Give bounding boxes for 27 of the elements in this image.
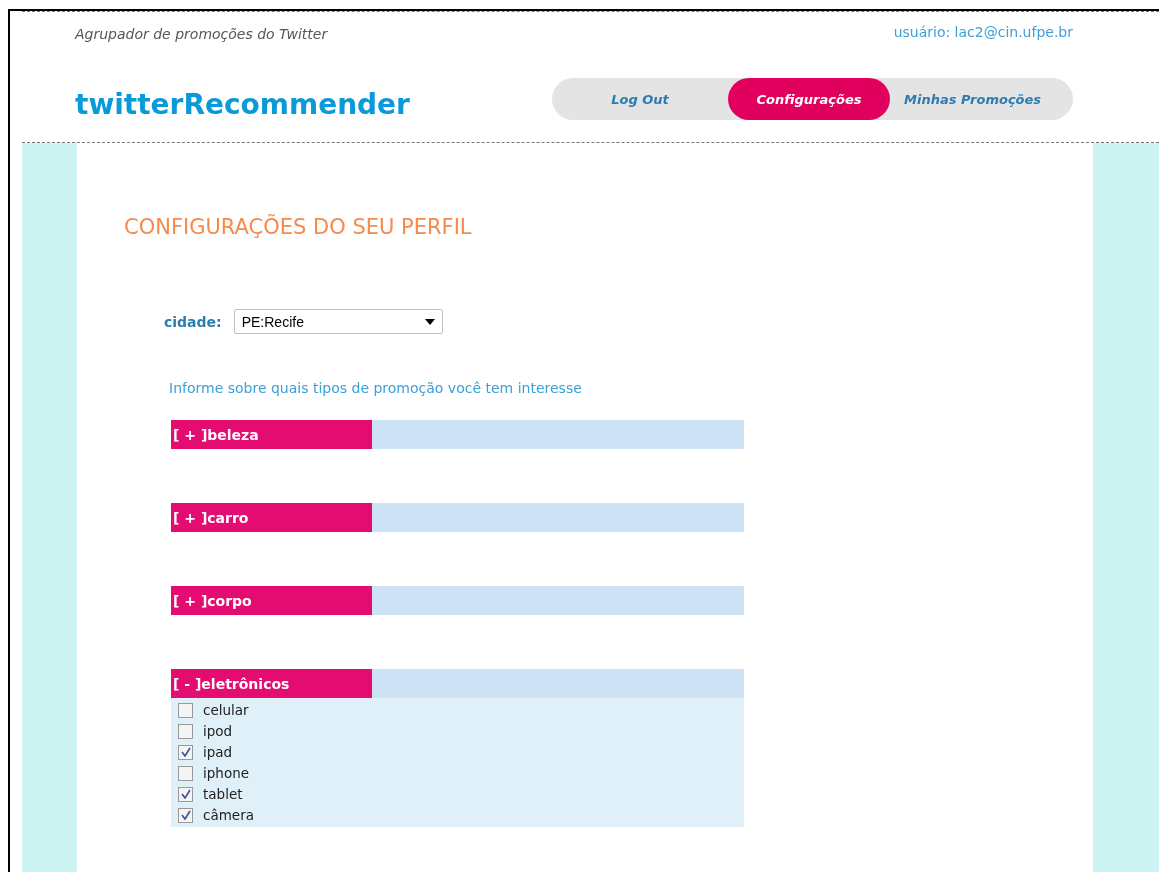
category-toggle[interactable]: [ + ]beleza bbox=[171, 420, 372, 449]
city-label: cidade: bbox=[164, 313, 222, 330]
user-email: usuário: lac2@cin.ufpe.br bbox=[893, 24, 1073, 40]
info-text: Informe sobre quais tipos de promoção você tem interesse bbox=[169, 380, 583, 396]
page-title: CONFIGURAÇÕES DO SEU PERFIL bbox=[124, 215, 473, 239]
checkbox[interactable] bbox=[178, 786, 193, 802]
site-logo: twitterRecommender bbox=[75, 88, 410, 121]
dropdown-caret-icon bbox=[424, 318, 435, 325]
option-label: ipod bbox=[203, 723, 233, 739]
option-label: ipad bbox=[203, 744, 233, 760]
nav-tab[interactable]: Configurações bbox=[728, 78, 890, 120]
checkbox[interactable] bbox=[178, 765, 193, 781]
category-toggle[interactable]: [ + ]corpo bbox=[171, 586, 372, 615]
checkbox[interactable] bbox=[178, 723, 193, 739]
option-label: celular bbox=[203, 702, 249, 718]
nav-tab[interactable]: Log Out bbox=[552, 78, 728, 120]
checkbox[interactable] bbox=[178, 744, 193, 760]
city-dropdown[interactable]: PE:Recife bbox=[233, 309, 443, 334]
checkbox[interactable] bbox=[178, 702, 193, 718]
option-label: câmera bbox=[203, 807, 254, 823]
nav-tab[interactable]: Minhas Promoções bbox=[890, 78, 1056, 120]
category-toggle[interactable]: [ - ]eletrônicos bbox=[171, 669, 372, 698]
category-toggle[interactable]: [ + ]carro bbox=[171, 503, 372, 532]
checkbox[interactable] bbox=[178, 807, 193, 823]
site-tagline: Agrupador de promoções do Twitter bbox=[75, 26, 328, 42]
option-label: tablet bbox=[203, 786, 243, 802]
option-label: iphone bbox=[203, 765, 249, 781]
